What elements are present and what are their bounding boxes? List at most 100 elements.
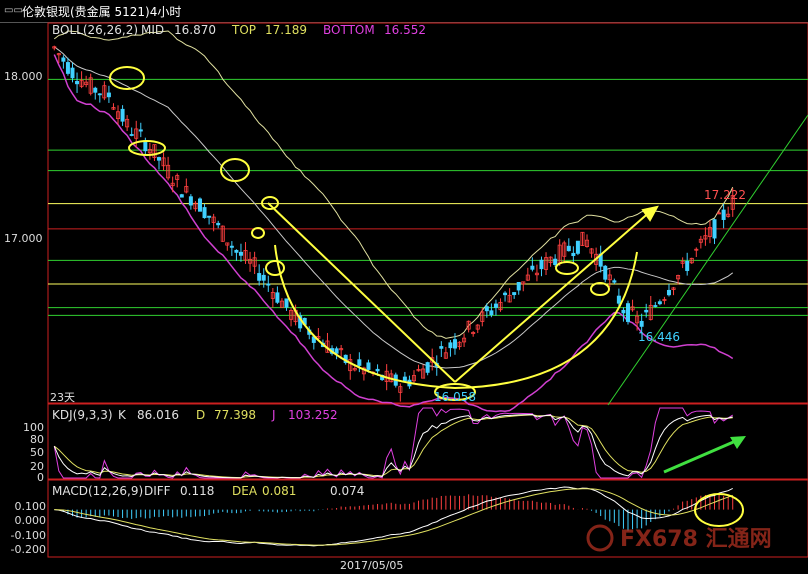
highlight-ellipse-6 <box>265 260 285 276</box>
boll-indicator-name: BOLL(26,26,2) <box>52 23 138 37</box>
macd-panel-header: MACD(12,26,9) DIFF 0.118 DEA 0.081 0.074 <box>52 484 364 498</box>
candle-body <box>257 273 262 281</box>
diff-label: DIFF <box>144 484 171 498</box>
candle-body <box>93 87 98 93</box>
candle-body <box>712 219 717 239</box>
macd-tick-neg0.2: -0.200 <box>11 543 46 556</box>
candle-body <box>425 362 430 373</box>
boll-mid-line <box>53 46 734 369</box>
candle-body <box>553 258 558 266</box>
candle-body <box>70 67 75 79</box>
mid-label: MID <box>141 23 164 37</box>
bottom-value: 16.552 <box>384 23 426 37</box>
candle-body <box>575 240 580 254</box>
candle-body <box>261 274 266 281</box>
highlight-ellipse-4 <box>261 196 279 210</box>
macd-indicator-name: MACD(12,26,9) <box>52 484 143 498</box>
k-label: K <box>118 408 127 422</box>
candle-body <box>75 80 80 85</box>
candle-body <box>616 295 621 304</box>
candle-body <box>657 301 662 305</box>
candle-body <box>530 265 535 270</box>
right-arrow-head <box>641 205 659 222</box>
candle-body <box>216 222 221 226</box>
kdj-trend-arrow <box>663 436 746 474</box>
top-value: 17.189 <box>265 23 307 37</box>
boll-bottom-line <box>53 54 734 413</box>
candle-body <box>503 292 508 296</box>
macd-tick-neg0.1: -0.100 <box>11 529 46 542</box>
candle-body <box>484 306 489 312</box>
cup-arc <box>274 244 638 390</box>
kdj-indicator-name: KDJ(9,3,3) <box>52 408 113 422</box>
mid-value: 16.870 <box>174 23 216 37</box>
chart-canvas[interactable]: BOLL(26,26,2) MID 16.870 TOP 17.189 BOTT… <box>0 22 808 574</box>
right-trend-arrow <box>454 209 653 383</box>
watermark: FX678 汇通网 <box>586 524 772 552</box>
macd-histogram <box>58 494 734 531</box>
candle-body <box>143 140 148 152</box>
highlight-ellipse-7 <box>555 261 579 275</box>
candle-body <box>157 157 162 161</box>
macd-value: 0.074 <box>330 484 364 498</box>
watermark-logo-icon <box>586 524 614 552</box>
candle-body <box>625 303 630 322</box>
candle-body <box>452 339 457 349</box>
highlight-ellipse-8 <box>590 282 610 296</box>
low-price-label: 16.058 <box>434 390 476 404</box>
left-trend-arrow <box>267 202 456 383</box>
bollinger-bands <box>53 30 734 413</box>
kdj-tick-80: 80 <box>30 433 44 446</box>
bottom-label: BOTTOM <box>323 23 375 37</box>
d-label: D <box>196 408 205 422</box>
candle-body <box>639 320 644 327</box>
candle-body <box>138 129 143 132</box>
candle-body <box>238 251 243 256</box>
candle-body <box>539 259 544 270</box>
dea-value: 0.081 <box>262 484 296 498</box>
candle-body <box>284 298 289 308</box>
diff-value: 0.118 <box>180 484 214 498</box>
candle-body <box>129 134 134 136</box>
candle-body <box>603 265 608 280</box>
candle-body <box>666 289 671 296</box>
candle-body <box>375 368 380 372</box>
macd-tick-0.1: 0.100 <box>15 500 47 513</box>
kdj-tick-0: 0 <box>37 471 44 484</box>
j-label: J <box>271 408 276 422</box>
candle-body <box>229 245 234 248</box>
days-label: 23天 <box>50 391 75 404</box>
window-menu-icon[interactable]: ▭▭ <box>4 5 23 16</box>
kdj-d-line <box>53 414 733 479</box>
dea-label: DEA <box>232 484 258 498</box>
candle-body <box>653 305 658 307</box>
title-bar: ▭▭ 伦敦银现(贵金属 5121)4小时 <box>0 0 808 23</box>
k-value: 86.016 <box>137 408 179 422</box>
candle-body <box>65 62 70 74</box>
candle-body <box>334 348 339 354</box>
boll-top-line <box>53 30 734 339</box>
kdj-tick-50: 50 <box>30 446 44 459</box>
candle-body <box>448 342 453 349</box>
macd-tick-0: 0.000 <box>15 514 47 527</box>
candle-body <box>234 249 239 253</box>
candle-body <box>566 245 571 252</box>
panel-frames <box>47 22 808 558</box>
candle-body <box>106 92 111 98</box>
watermark-text: FX678 汇通网 <box>620 527 772 552</box>
main-y-axis: 18.000 17.000 <box>4 70 43 245</box>
window-title: 伦敦银现(贵金属 5121)4小时 <box>22 5 182 19</box>
cup-pattern-annotation <box>109 66 659 401</box>
candle-body <box>685 260 690 271</box>
j-value: 103.252 <box>288 408 338 422</box>
x-axis-date: 2017/05/05 <box>340 559 403 572</box>
y-tick-17: 17.000 <box>4 232 43 245</box>
candle-body <box>721 209 726 220</box>
top-label: TOP <box>231 23 256 37</box>
candle-body <box>612 280 617 283</box>
candle-body <box>179 194 184 198</box>
candle-body <box>621 309 626 314</box>
kdj-y-axis: 100 80 50 20 0 <box>23 421 44 484</box>
main-panel-frame <box>47 22 808 404</box>
candle-body <box>489 310 494 316</box>
